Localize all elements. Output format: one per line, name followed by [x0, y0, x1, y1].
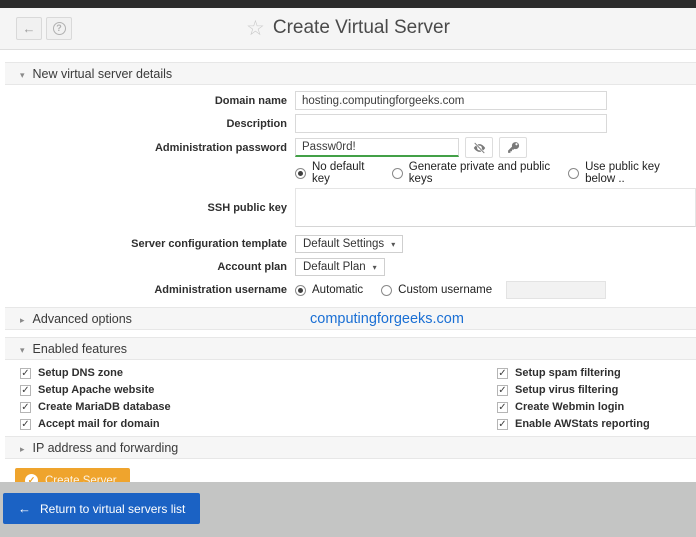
- section-label: Advanced options: [33, 312, 132, 326]
- arrow-left-icon: ←: [18, 501, 31, 516]
- checkbox-checked-icon[interactable]: ✓: [497, 385, 508, 396]
- ssh-public-key-row: SSH public key: [5, 188, 696, 227]
- checkbox-checked-icon[interactable]: ✓: [497, 368, 508, 379]
- feature-setup-dns-zone[interactable]: ✓ Setup DNS zone: [20, 367, 497, 379]
- admin-password-row: Administration password: [5, 137, 696, 158]
- page-title-wrap: ☆ Create Virtual Server: [0, 16, 696, 41]
- feature-setup-apache-website[interactable]: ✓ Setup Apache website: [20, 384, 497, 396]
- feature-label: Setup virus filtering: [515, 384, 618, 396]
- feature-enable-awstats-reporting[interactable]: ✓ Enable AWStats reporting: [497, 418, 650, 430]
- toggle-password-visibility-button[interactable]: [465, 137, 493, 158]
- collapse-closed-icon: ▸: [20, 438, 25, 460]
- collapse-open-icon: ▾: [20, 64, 25, 86]
- domain-name-row: Domain name: [5, 91, 696, 110]
- page-footer: ← Return to virtual servers list: [0, 482, 696, 537]
- feature-label: Setup Apache website: [38, 384, 154, 396]
- description-row: Description: [5, 114, 696, 133]
- account-plan-value: Default Plan: [303, 261, 366, 273]
- collapse-open-icon: ▾: [20, 339, 25, 361]
- admin-password-label: Administration password: [5, 142, 295, 154]
- checkbox-checked-icon[interactable]: ✓: [20, 368, 31, 379]
- default-key-row: No default key Generate private and publ…: [5, 161, 696, 185]
- section-label: New virtual server details: [33, 67, 173, 81]
- account-plan-select[interactable]: Default Plan ▾: [295, 258, 385, 276]
- eye-off-icon: [472, 142, 487, 154]
- collapse-closed-icon: ▸: [20, 309, 25, 331]
- description-label: Description: [5, 118, 295, 130]
- chevron-down-icon: ▾: [373, 263, 377, 272]
- feature-create-mariadb-database[interactable]: ✓ Create MariaDB database: [20, 401, 497, 413]
- domain-name-input[interactable]: [295, 91, 607, 110]
- radio-username-automatic[interactable]: [295, 285, 306, 296]
- return-button-label: Return to virtual servers list: [40, 502, 185, 516]
- radio-no-default-key-label[interactable]: No default key: [312, 161, 374, 185]
- section-advanced-options[interactable]: ▸ Advanced options computingforgeeks.com: [5, 307, 696, 330]
- main-content: ▾ New virtual server details Domain name …: [0, 50, 696, 503]
- checkbox-checked-icon[interactable]: ✓: [497, 419, 508, 430]
- section-new-virtual-server-details[interactable]: ▾ New virtual server details: [5, 62, 696, 85]
- feature-label: Accept mail for domain: [38, 418, 160, 430]
- feature-setup-spam-filtering[interactable]: ✓ Setup spam filtering: [497, 367, 650, 379]
- radio-username-custom-label[interactable]: Custom username: [398, 284, 492, 296]
- feature-accept-mail-for-domain[interactable]: ✓ Accept mail for domain: [20, 418, 497, 430]
- checkbox-checked-icon[interactable]: ✓: [20, 419, 31, 430]
- feature-setup-virus-filtering[interactable]: ✓ Setup virus filtering: [497, 384, 650, 396]
- section-enabled-features[interactable]: ▾ Enabled features: [5, 337, 696, 360]
- page-header: ← ? ☆Create Virtual Server: [0, 8, 696, 50]
- ssh-public-key-textarea[interactable]: [295, 188, 696, 227]
- radio-generate-keys[interactable]: [392, 168, 403, 179]
- favorite-star-icon[interactable]: ☆: [246, 17, 265, 40]
- window-top-bar: [0, 0, 696, 8]
- admin-username-label: Administration username: [5, 284, 295, 296]
- radio-use-public-key[interactable]: [568, 168, 579, 179]
- section-label: IP address and forwarding: [33, 441, 179, 455]
- features-grid: ✓ Setup DNS zone ✓ Setup Apache website …: [5, 360, 696, 436]
- watermark-link[interactable]: computingforgeeks.com: [310, 308, 464, 331]
- feature-label: Create MariaDB database: [38, 401, 171, 413]
- description-input[interactable]: [295, 114, 607, 133]
- ssh-public-key-label: SSH public key: [5, 202, 295, 214]
- config-template-row: Server configuration template Default Se…: [5, 235, 696, 253]
- domain-name-label: Domain name: [5, 95, 295, 107]
- page-title: Create Virtual Server: [273, 17, 450, 38]
- config-template-label: Server configuration template: [5, 238, 295, 250]
- feature-label: Create Webmin login: [515, 401, 624, 413]
- radio-no-default-key[interactable]: [295, 168, 306, 179]
- features-column-right: ✓ Setup spam filtering ✓ Setup virus fil…: [497, 367, 650, 430]
- account-plan-label: Account plan: [5, 261, 295, 273]
- section-ip-address-forwarding[interactable]: ▸ IP address and forwarding: [5, 436, 696, 459]
- content-spacer: [5, 50, 696, 62]
- feature-label: Enable AWStats reporting: [515, 418, 650, 430]
- checkbox-checked-icon[interactable]: ✓: [497, 402, 508, 413]
- return-to-servers-list-button[interactable]: ← Return to virtual servers list: [3, 493, 200, 524]
- admin-password-input[interactable]: [295, 138, 459, 157]
- checkbox-checked-icon[interactable]: ✓: [20, 402, 31, 413]
- feature-label: Setup spam filtering: [515, 367, 621, 379]
- radio-generate-keys-label[interactable]: Generate private and public keys: [409, 161, 550, 185]
- custom-username-input[interactable]: [506, 281, 606, 299]
- feature-create-webmin-login[interactable]: ✓ Create Webmin login: [497, 401, 650, 413]
- section-label: Enabled features: [33, 342, 128, 356]
- config-template-select[interactable]: Default Settings ▾: [295, 235, 403, 253]
- radio-username-automatic-label[interactable]: Automatic: [312, 284, 363, 296]
- key-icon: [507, 141, 520, 154]
- config-template-value: Default Settings: [303, 238, 384, 250]
- features-column-left: ✓ Setup DNS zone ✓ Setup Apache website …: [20, 367, 497, 430]
- radio-use-public-key-label[interactable]: Use public key below ..: [585, 161, 684, 185]
- radio-username-custom[interactable]: [381, 285, 392, 296]
- generate-password-button[interactable]: [499, 137, 527, 158]
- chevron-down-icon: ▾: [391, 240, 395, 249]
- admin-username-row: Administration username Automatic Custom…: [5, 281, 696, 299]
- feature-label: Setup DNS zone: [38, 367, 123, 379]
- account-plan-row: Account plan Default Plan ▾: [5, 258, 696, 276]
- gap: [5, 330, 696, 337]
- checkbox-checked-icon[interactable]: ✓: [20, 385, 31, 396]
- create-server-form: Domain name Description Administration p…: [5, 85, 696, 299]
